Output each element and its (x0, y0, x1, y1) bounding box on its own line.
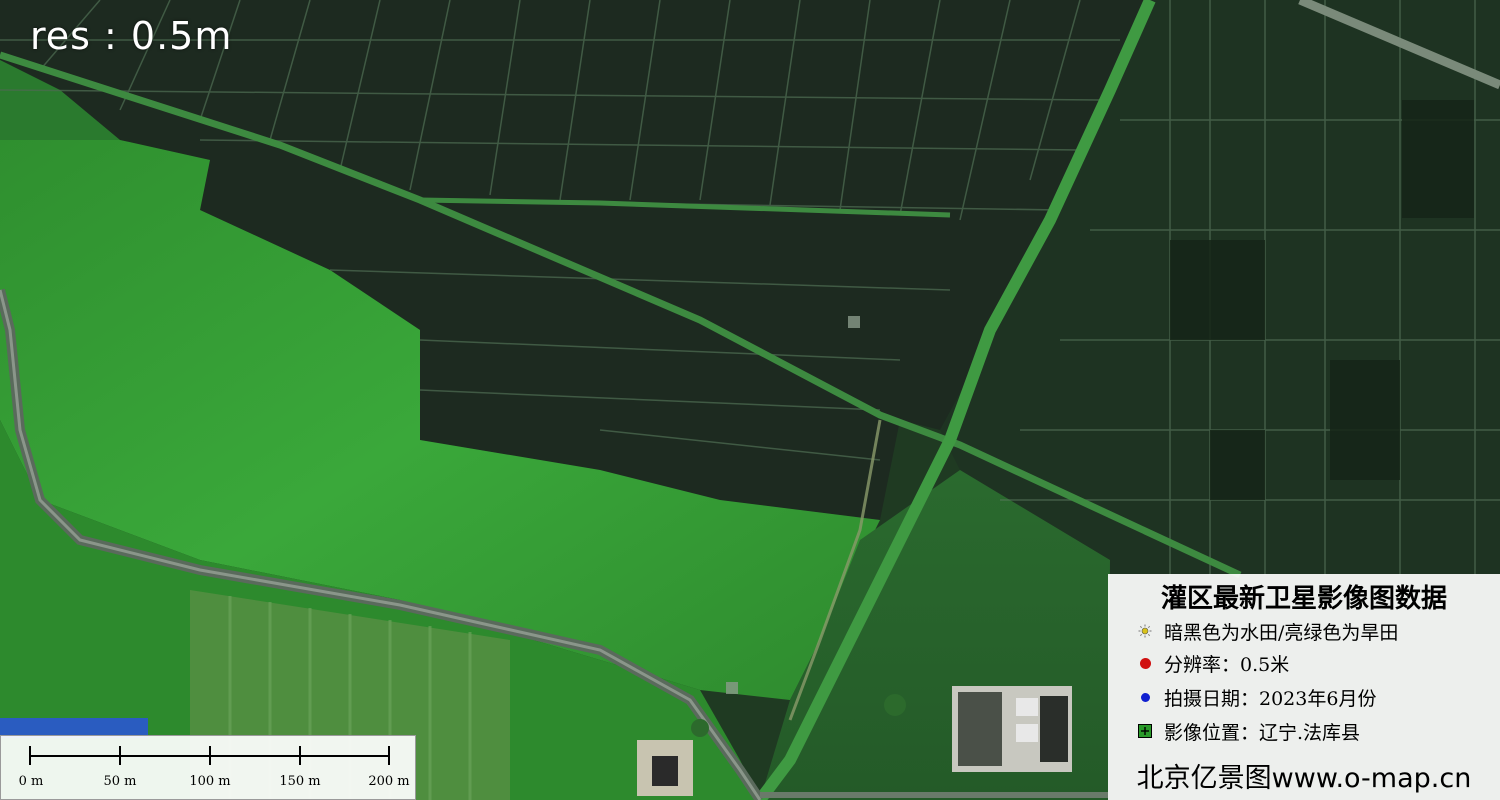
satellite-map: res : 0.5m 0 m 50 m 100 m 150 m 200 m 灌区… (0, 0, 1500, 800)
legend-footer-brand: 北京亿景图www.o-map.cn (1136, 763, 1472, 794)
green-plus-box-icon (1138, 724, 1152, 738)
blue-dot-icon (1138, 690, 1152, 704)
legend-item: 暗黑色为水田/亮绿色为旱田 (1138, 616, 1398, 646)
scale-tick (388, 746, 390, 765)
scale-tick (209, 746, 211, 765)
scale-label: 150 m (279, 774, 321, 789)
legend-item: 影像位置：辽宁.法库县 (1138, 716, 1360, 746)
scale-tick (29, 746, 31, 765)
scale-bar: 0 m 50 m 100 m 150 m 200 m (0, 735, 416, 800)
scale-tick (299, 746, 301, 765)
legend-item-text: 影像位置：辽宁.法库县 (1164, 721, 1361, 744)
red-dot-icon (1138, 656, 1152, 670)
legend-item-text: 分辨率：0.5米 (1164, 653, 1290, 676)
map-legend: 灌区最新卫星影像图数据 暗黑色为水田/亮绿色为旱田 分辨率：0.5米 拍摄日期：… (1108, 574, 1500, 800)
scale-label: 0 m (18, 774, 44, 789)
legend-item-text: 拍摄日期：2023年6月份 (1164, 687, 1377, 710)
legend-item: 拍摄日期：2023年6月份 (1138, 682, 1376, 712)
legend-item: 分辨率：0.5米 (1138, 648, 1289, 678)
legend-item-text: 暗黑色为水田/亮绿色为旱田 (1164, 621, 1399, 644)
resolution-label: res : 0.5m (30, 14, 233, 58)
scale-label: 50 m (103, 774, 137, 789)
scale-label: 200 m (368, 774, 410, 789)
scale-tick (119, 746, 121, 765)
sun-icon (1138, 624, 1152, 638)
legend-title: 灌区最新卫星影像图数据 (1160, 584, 1447, 614)
scale-label: 100 m (189, 774, 231, 789)
